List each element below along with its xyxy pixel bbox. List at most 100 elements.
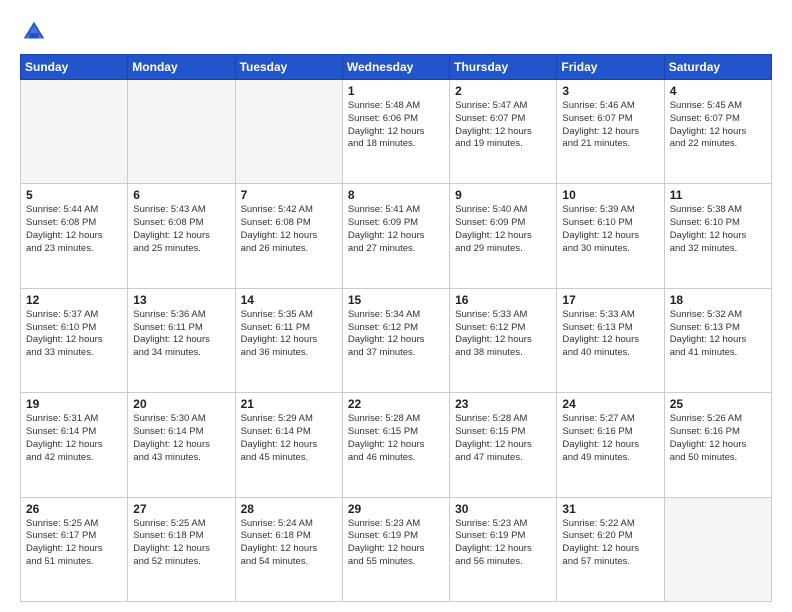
week-row-3: 12Sunrise: 5:37 AM Sunset: 6:10 PM Dayli… bbox=[21, 288, 772, 392]
calendar-cell: 14 Sunrise: 5:35 AM Sunset: 6:11 PM Dayli… bbox=[235, 288, 342, 392]
day-number: 19 bbox=[26, 397, 122, 411]
day-info: Sunrise: 5:39 AM Sunset: 6:10 PM Dayligh… bbox=[562, 204, 658, 255]
day-number: 6 bbox=[133, 188, 229, 202]
day-info: Sunrise: 5:40 AM Sunset: 6:09 PM Dayligh… bbox=[455, 204, 551, 255]
calendar-cell: 13Sunrise: 5:36 AM Sunset: 6:11 PM Dayli… bbox=[128, 288, 235, 392]
day-info: Sunrise: 5:25 AM Sunset: 6:17 PM Dayligh… bbox=[26, 518, 122, 569]
day-info: Sunrise: 5:31 AM Sunset: 6:14 PM Dayligh… bbox=[26, 413, 122, 464]
day-number: 30 bbox=[455, 502, 551, 516]
day-number: 17 bbox=[562, 293, 658, 307]
day-number: 29 bbox=[348, 502, 444, 516]
calendar-cell: 5 Sunrise: 5:44 AM Sunset: 6:08 PM Daylig… bbox=[21, 184, 128, 288]
calendar-cell: 30 Sunrise: 5:23 AM Sunset: 6:19 PM Dayli… bbox=[450, 497, 557, 601]
header-row: SundayMondayTuesdayWednesdayThursdayFrid… bbox=[21, 55, 772, 80]
day-number: 11 bbox=[670, 188, 766, 202]
day-number: 4 bbox=[670, 84, 766, 98]
day-info: Sunrise: 5:33 AM Sunset: 6:12 PM Dayligh… bbox=[455, 309, 551, 360]
calendar-cell bbox=[128, 80, 235, 184]
calendar-cell bbox=[235, 80, 342, 184]
calendar-cell bbox=[21, 80, 128, 184]
day-header-friday: Friday bbox=[557, 55, 664, 80]
day-number: 3 bbox=[562, 84, 658, 98]
day-info: Sunrise: 5:27 AM Sunset: 6:16 PM Dayligh… bbox=[562, 413, 658, 464]
day-info: Sunrise: 5:30 AM Sunset: 6:14 PM Dayligh… bbox=[133, 413, 229, 464]
week-row-5: 26 Sunrise: 5:25 AM Sunset: 6:17 PM Dayli… bbox=[21, 497, 772, 601]
day-number: 20 bbox=[133, 397, 229, 411]
day-info: Sunrise: 5:26 AM Sunset: 6:16 PM Dayligh… bbox=[670, 413, 766, 464]
calendar-cell bbox=[664, 497, 771, 601]
calendar-cell: 28Sunrise: 5:24 AM Sunset: 6:18 PM Dayli… bbox=[235, 497, 342, 601]
day-info: Sunrise: 5:24 AM Sunset: 6:18 PM Dayligh… bbox=[241, 518, 337, 569]
calendar-cell: 9 Sunrise: 5:40 AM Sunset: 6:09 PM Daylig… bbox=[450, 184, 557, 288]
week-row-4: 19 Sunrise: 5:31 AM Sunset: 6:14 PM Dayli… bbox=[21, 393, 772, 497]
logo-icon bbox=[20, 18, 48, 46]
calendar-cell: 16Sunrise: 5:33 AM Sunset: 6:12 PM Dayli… bbox=[450, 288, 557, 392]
day-number: 13 bbox=[133, 293, 229, 307]
calendar-cell: 22 Sunrise: 5:28 AM Sunset: 6:15 PM Dayli… bbox=[342, 393, 449, 497]
calendar-cell: 2 Sunrise: 5:47 AM Sunset: 6:07 PM Daylig… bbox=[450, 80, 557, 184]
day-number: 21 bbox=[241, 397, 337, 411]
page: SundayMondayTuesdayWednesdayThursdayFrid… bbox=[0, 0, 792, 612]
calendar-cell: 10Sunrise: 5:39 AM Sunset: 6:10 PM Dayli… bbox=[557, 184, 664, 288]
calendar-cell: 23Sunrise: 5:28 AM Sunset: 6:15 PM Dayli… bbox=[450, 393, 557, 497]
calendar-cell: 11Sunrise: 5:38 AM Sunset: 6:10 PM Dayli… bbox=[664, 184, 771, 288]
day-info: Sunrise: 5:32 AM Sunset: 6:13 PM Dayligh… bbox=[670, 309, 766, 360]
day-number: 18 bbox=[670, 293, 766, 307]
week-row-1: 1Sunrise: 5:48 AM Sunset: 6:06 PM Daylig… bbox=[21, 80, 772, 184]
day-info: Sunrise: 5:28 AM Sunset: 6:15 PM Dayligh… bbox=[348, 413, 444, 464]
day-number: 12 bbox=[26, 293, 122, 307]
day-number: 9 bbox=[455, 188, 551, 202]
calendar-cell: 15Sunrise: 5:34 AM Sunset: 6:12 PM Dayli… bbox=[342, 288, 449, 392]
calendar-cell: 18 Sunrise: 5:32 AM Sunset: 6:13 PM Dayli… bbox=[664, 288, 771, 392]
day-number: 14 bbox=[241, 293, 337, 307]
day-info: Sunrise: 5:45 AM Sunset: 6:07 PM Dayligh… bbox=[670, 100, 766, 151]
calendar-cell: 4 Sunrise: 5:45 AM Sunset: 6:07 PM Daylig… bbox=[664, 80, 771, 184]
logo bbox=[20, 18, 52, 46]
day-info: Sunrise: 5:41 AM Sunset: 6:09 PM Dayligh… bbox=[348, 204, 444, 255]
calendar-table: SundayMondayTuesdayWednesdayThursdayFrid… bbox=[20, 54, 772, 602]
calendar-cell: 6 Sunrise: 5:43 AM Sunset: 6:08 PM Daylig… bbox=[128, 184, 235, 288]
day-number: 24 bbox=[562, 397, 658, 411]
day-number: 5 bbox=[26, 188, 122, 202]
calendar-cell: 7 Sunrise: 5:42 AM Sunset: 6:08 PM Daylig… bbox=[235, 184, 342, 288]
day-header-tuesday: Tuesday bbox=[235, 55, 342, 80]
day-info: Sunrise: 5:22 AM Sunset: 6:20 PM Dayligh… bbox=[562, 518, 658, 569]
calendar-cell: 29Sunrise: 5:23 AM Sunset: 6:19 PM Dayli… bbox=[342, 497, 449, 601]
calendar-cell: 31 Sunrise: 5:22 AM Sunset: 6:20 PM Dayli… bbox=[557, 497, 664, 601]
day-info: Sunrise: 5:29 AM Sunset: 6:14 PM Dayligh… bbox=[241, 413, 337, 464]
day-info: Sunrise: 5:25 AM Sunset: 6:18 PM Dayligh… bbox=[133, 518, 229, 569]
day-info: Sunrise: 5:28 AM Sunset: 6:15 PM Dayligh… bbox=[455, 413, 551, 464]
day-info: Sunrise: 5:43 AM Sunset: 6:08 PM Dayligh… bbox=[133, 204, 229, 255]
day-number: 27 bbox=[133, 502, 229, 516]
day-info: Sunrise: 5:46 AM Sunset: 6:07 PM Dayligh… bbox=[562, 100, 658, 151]
calendar-cell: 8 Sunrise: 5:41 AM Sunset: 6:09 PM Daylig… bbox=[342, 184, 449, 288]
day-header-wednesday: Wednesday bbox=[342, 55, 449, 80]
calendar-cell: 12Sunrise: 5:37 AM Sunset: 6:10 PM Dayli… bbox=[21, 288, 128, 392]
day-number: 22 bbox=[348, 397, 444, 411]
header bbox=[20, 18, 772, 46]
calendar-cell: 21 Sunrise: 5:29 AM Sunset: 6:14 PM Dayli… bbox=[235, 393, 342, 497]
day-header-monday: Monday bbox=[128, 55, 235, 80]
calendar-cell: 26 Sunrise: 5:25 AM Sunset: 6:17 PM Dayli… bbox=[21, 497, 128, 601]
day-header-thursday: Thursday bbox=[450, 55, 557, 80]
day-number: 7 bbox=[241, 188, 337, 202]
day-number: 25 bbox=[670, 397, 766, 411]
day-number: 8 bbox=[348, 188, 444, 202]
day-info: Sunrise: 5:23 AM Sunset: 6:19 PM Dayligh… bbox=[455, 518, 551, 569]
day-info: Sunrise: 5:47 AM Sunset: 6:07 PM Dayligh… bbox=[455, 100, 551, 151]
calendar-cell: 1Sunrise: 5:48 AM Sunset: 6:06 PM Daylig… bbox=[342, 80, 449, 184]
day-number: 31 bbox=[562, 502, 658, 516]
day-number: 26 bbox=[26, 502, 122, 516]
week-row-2: 5 Sunrise: 5:44 AM Sunset: 6:08 PM Daylig… bbox=[21, 184, 772, 288]
calendar-cell: 17Sunrise: 5:33 AM Sunset: 6:13 PM Dayli… bbox=[557, 288, 664, 392]
day-number: 1 bbox=[348, 84, 444, 98]
calendar-cell: 20 Sunrise: 5:30 AM Sunset: 6:14 PM Dayli… bbox=[128, 393, 235, 497]
day-header-sunday: Sunday bbox=[21, 55, 128, 80]
calendar-cell: 19 Sunrise: 5:31 AM Sunset: 6:14 PM Dayli… bbox=[21, 393, 128, 497]
day-number: 2 bbox=[455, 84, 551, 98]
day-info: Sunrise: 5:35 AM Sunset: 6:11 PM Dayligh… bbox=[241, 309, 337, 360]
day-info: Sunrise: 5:42 AM Sunset: 6:08 PM Dayligh… bbox=[241, 204, 337, 255]
day-info: Sunrise: 5:44 AM Sunset: 6:08 PM Dayligh… bbox=[26, 204, 122, 255]
day-info: Sunrise: 5:34 AM Sunset: 6:12 PM Dayligh… bbox=[348, 309, 444, 360]
calendar-cell: 3 Sunrise: 5:46 AM Sunset: 6:07 PM Daylig… bbox=[557, 80, 664, 184]
